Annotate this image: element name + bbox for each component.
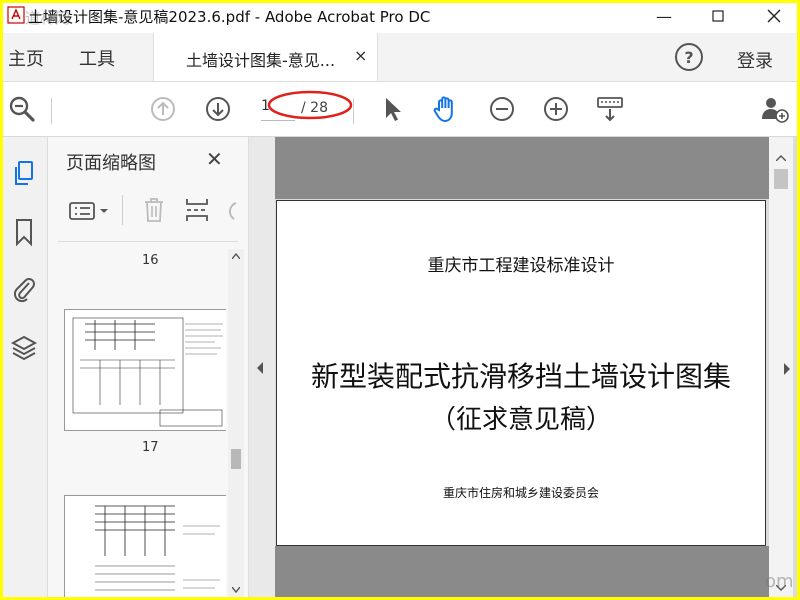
menu-home[interactable]: 主页 [8,45,44,71]
red-ellipse-annotation [267,90,353,120]
scroll-down-icon[interactable] [232,587,240,593]
panel-divider [58,241,238,242]
next-page-area [275,546,769,597]
help-icon[interactable]: ? [675,43,703,71]
attachment-paperclip-icon[interactable] [10,273,38,303]
document-view[interactable]: 重庆市工程建设标准设计 新型装配式抗滑移挡土墙设计图集 （征求意见稿） 重庆市住… [249,137,797,597]
layers-icon[interactable] [10,333,38,363]
window-title: 土墙设计图集-意见稿2023.6.pdf - Adobe Acrobat Pro… [28,8,431,26]
thumbnail-label: 16 [142,253,159,268]
thumbnail-options-icon[interactable] [68,199,114,223]
previous-page-icon[interactable] [148,94,178,124]
bookmark-icon[interactable] [10,217,38,247]
maximize-button[interactable] [695,3,741,29]
page-thumbnails-icon[interactable] [10,159,38,189]
zoom-in-icon[interactable] [541,94,571,124]
title-bar: 道林网 土墙设计图集-意见稿2023.6.pdf - Adobe Acrobat… [3,3,797,29]
collapse-arrow-icon[interactable] [256,362,264,374]
minimize-button[interactable]: — [641,3,687,29]
delete-page-icon[interactable] [142,197,166,223]
page-thumbnails-panel: 页面缩略图 ✕ 16 17 [48,137,249,597]
scroll-up-icon[interactable] [232,253,240,259]
main-toolbar: 1 / 28 [3,82,797,137]
page-thumbnail[interactable] [64,309,226,431]
page-department-text: 重庆市住房和城乡建设委员会 [442,486,599,500]
page-subtitle: （征求意见稿） [429,405,612,435]
document-tab-label: 土墙设计图集-意见... [186,51,336,70]
panel-title: 页面缩略图 [66,153,156,174]
thumbnail-label: 17 [142,440,159,455]
expand-arrow-icon[interactable] [783,363,791,375]
close-icon [767,9,781,23]
left-navigation-rail [3,137,48,597]
page-organization-text: 重庆市工程建设标准设计 [427,256,615,276]
close-window-button[interactable] [751,3,797,29]
acrobat-window: 道林网 土墙设计图集-意见稿2023.6.pdf - Adobe Acrobat… [3,3,797,597]
toolbar-separator [353,98,354,124]
select-cursor-icon[interactable] [377,94,407,124]
login-button[interactable]: 登录 [737,47,773,73]
panel-toolbar [58,193,238,233]
panel-close-icon[interactable]: ✕ [206,147,223,171]
tab-close-icon[interactable]: × [354,46,367,65]
document-scrollbar[interactable] [769,137,793,597]
rotate-page-icon[interactable] [222,199,238,221]
zoom-out-icon[interactable] [487,94,517,124]
panel-collapse-gutter[interactable] [249,137,275,597]
thumbnail-drawing [72,317,223,427]
next-page-icon[interactable] [203,94,233,124]
panel-tools-separator [122,195,123,225]
insert-page-icon[interactable] [184,197,210,223]
menu-tools[interactable]: 工具 [79,45,115,71]
thumbnail-drawing [95,505,220,591]
page-thumbnail[interactable] [64,495,226,597]
toolbar-separator [51,98,52,124]
menu-tab-bar: 主页 工具 土墙设计图集-意见... × ? 登录 [3,33,797,82]
previous-page-area [275,137,769,199]
scrollbar-thumb[interactable] [774,169,788,189]
document-tab[interactable]: 土墙设计图集-意见... × [153,33,378,81]
page-main-title: 新型装配式抗滑移挡土墙设计图集 [310,360,731,393]
share-user-icon[interactable] [759,94,789,124]
hand-tool-icon[interactable] [431,94,461,124]
thumbnail-list: 16 17 [48,245,226,597]
zoom-search-icon[interactable] [7,94,37,124]
acrobat-logo-icon [7,6,25,24]
scroll-up-icon[interactable] [776,155,786,161]
maximize-icon [712,10,724,22]
watermark-text: om [765,571,794,592]
scrollbar-thumb[interactable] [231,449,241,469]
scroll-mode-keyboard-icon[interactable] [595,94,625,124]
pdf-page: 重庆市工程建设标准设计 新型装配式抗滑移挡土墙设计图集 （征求意见稿） 重庆市住… [276,200,766,546]
minimize-icon: — [656,6,672,26]
thumbnail-scrollbar[interactable] [228,249,244,597]
